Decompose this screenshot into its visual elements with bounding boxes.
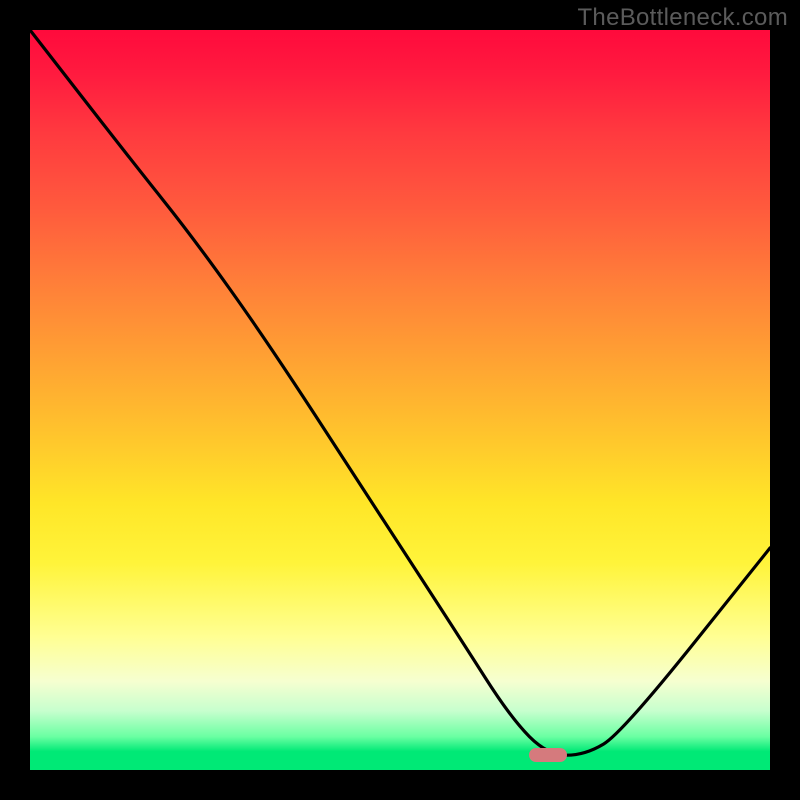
curve-layer	[30, 30, 770, 770]
bottleneck-curve	[30, 30, 770, 755]
optimum-marker	[529, 748, 567, 762]
chart-frame: TheBottleneck.com	[0, 0, 800, 800]
watermark-text: TheBottleneck.com	[577, 4, 788, 32]
